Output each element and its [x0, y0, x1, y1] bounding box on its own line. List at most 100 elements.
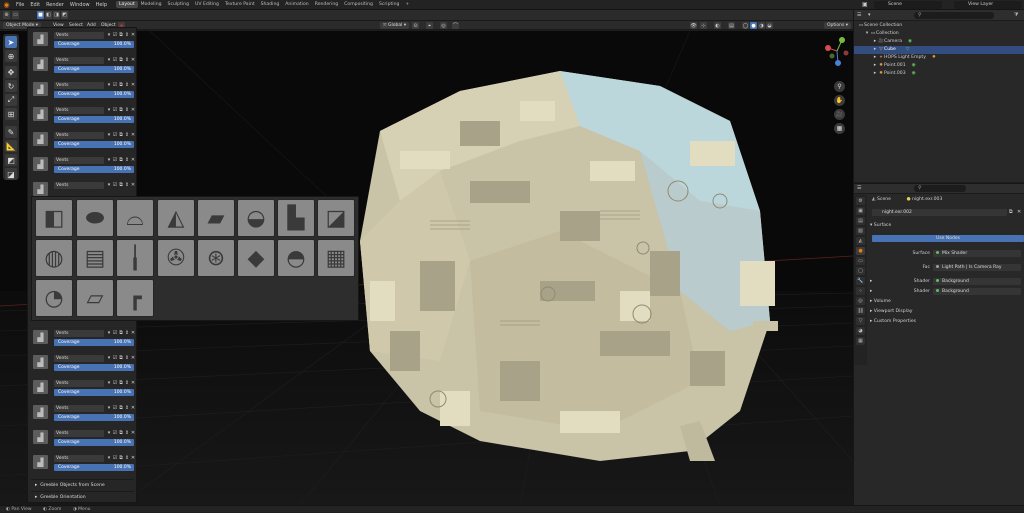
- surface-panel-header[interactable]: ▾ Surface: [870, 222, 891, 229]
- close-icon[interactable]: ✕: [130, 132, 136, 139]
- close-icon[interactable]: ✕: [130, 330, 136, 337]
- overlay-icon[interactable]: ◐: [714, 22, 721, 29]
- greeble-tile[interactable]: ◒: [237, 199, 275, 237]
- falloff-icon[interactable]: ⌒: [452, 22, 459, 29]
- scale-tool-icon[interactable]: ⤢: [5, 94, 17, 106]
- close-icon[interactable]: ✕: [130, 107, 136, 114]
- greeble-tile[interactable]: ◔: [35, 279, 73, 317]
- close-icon[interactable]: ✕: [130, 82, 136, 89]
- tab-rendering[interactable]: Rendering: [312, 1, 341, 8]
- select-mode-invert-icon[interactable]: ◩: [61, 11, 68, 19]
- scene-icon[interactable]: ▣: [862, 1, 872, 9]
- custom-properties-panel-header[interactable]: ▸ Custom Properties: [870, 318, 916, 325]
- cursor-tool-icon[interactable]: ⊕: [5, 50, 17, 62]
- material-tab-icon[interactable]: ◕: [856, 327, 865, 335]
- properties-editor-icon[interactable]: ☰: [857, 185, 865, 192]
- expand-arrow-icon[interactable]: ▸: [870, 278, 872, 285]
- shading-wire-icon[interactable]: ◯: [742, 22, 749, 29]
- greeble-thumbnail[interactable]: ▟: [33, 182, 48, 196]
- coverage-slider[interactable]: Coverage 100.0%: [54, 339, 134, 346]
- greeble-tile[interactable]: ▰: [197, 199, 235, 237]
- scene-collection-row[interactable]: ▭Scene Collection: [854, 22, 1024, 30]
- greeble-tile[interactable]: ⊛: [197, 239, 235, 277]
- greeble-thumbnail[interactable]: ▟: [33, 132, 48, 146]
- close-icon[interactable]: ✕: [130, 57, 136, 64]
- greeble-thumbnail[interactable]: ▟: [33, 405, 48, 419]
- close-icon[interactable]: ✕: [130, 32, 136, 39]
- close-icon[interactable]: ✕: [130, 157, 136, 164]
- coverage-slider[interactable]: Coverage 100.0%: [54, 91, 134, 98]
- proportional-edit-icon[interactable]: ◎: [440, 22, 447, 29]
- view-layer-selector[interactable]: View Layer: [954, 1, 1022, 9]
- shader-field-1[interactable]: Background: [933, 278, 1021, 285]
- tab-compositing[interactable]: Compositing: [341, 1, 376, 8]
- greeble-thumbnail[interactable]: ▟: [33, 355, 48, 369]
- outliner-item-camera[interactable]: ▸ 🎥Camera ◉: [854, 38, 1024, 46]
- greeble-tile[interactable]: ▙: [277, 199, 315, 237]
- xray-icon[interactable]: ▤: [728, 22, 735, 29]
- measure-tool-icon[interactable]: 📐: [5, 140, 17, 152]
- select-mode-new-icon[interactable]: ■: [37, 11, 44, 19]
- menu-window[interactable]: Window: [67, 2, 93, 8]
- scene-selector[interactable]: Scene: [874, 1, 942, 9]
- greeble-tile[interactable]: ◭: [157, 199, 195, 237]
- greeble-name-field[interactable]: Vents: [54, 32, 104, 39]
- particles-tab-icon[interactable]: ⁘: [856, 287, 865, 295]
- greeble-tile[interactable]: ◪: [317, 199, 355, 237]
- pivot-icon[interactable]: ⊙: [412, 22, 419, 29]
- coverage-slider[interactable]: Coverage 100.0%: [54, 166, 134, 173]
- outliner-item-hops-light-empty[interactable]: ▸ ⌖ HOPS Light Empty ✹: [854, 54, 1024, 62]
- breadcrumb-scene[interactable]: Scene: [877, 197, 891, 202]
- close-icon[interactable]: ✕: [130, 405, 136, 412]
- close-icon[interactable]: ✕: [130, 455, 136, 462]
- select-mode-extend-icon[interactable]: ◧: [45, 11, 52, 19]
- shader-field-2[interactable]: Background: [933, 288, 1021, 295]
- tab-scripting[interactable]: Scripting: [376, 1, 402, 8]
- greeble-tile[interactable]: ◍: [35, 239, 73, 277]
- constraints-tab-icon[interactable]: ⛓: [856, 307, 865, 315]
- surface-shader-field[interactable]: Mix Shader: [933, 250, 1021, 257]
- filter-icon[interactable]: ⧩: [1014, 12, 1022, 19]
- perspective-grid-icon[interactable]: ▦: [834, 123, 845, 134]
- greeble-name-field[interactable]: Vents: [54, 82, 104, 89]
- greeble-name-field[interactable]: Vents: [54, 182, 104, 189]
- greeble-name-field[interactable]: Vents: [54, 380, 104, 387]
- greeble-tool-icon[interactable]: ◪: [5, 168, 17, 180]
- greeble-thumbnail[interactable]: ▟: [33, 430, 48, 444]
- outliner-item-cube[interactable]: ▸ ▽Cube ▽: [854, 46, 1024, 54]
- greeble-tile[interactable]: ▦: [317, 239, 355, 277]
- greeble-thumbnail[interactable]: ▟: [33, 32, 48, 46]
- modifier-tab-icon[interactable]: 🔧: [856, 277, 865, 285]
- close-icon[interactable]: ✕: [130, 355, 136, 362]
- greeble-thumbnail[interactable]: ▟: [33, 157, 48, 171]
- greeble-name-field[interactable]: Vents: [54, 157, 104, 164]
- menu-edit[interactable]: Edit: [27, 2, 43, 8]
- transform-tool-icon[interactable]: ⊞: [5, 108, 17, 120]
- properties-search-input[interactable]: ⚲: [914, 185, 966, 192]
- menu-help[interactable]: Help: [93, 2, 110, 8]
- greeble-tile[interactable]: ◆: [237, 239, 275, 277]
- greeble-name-field[interactable]: Vents: [54, 405, 104, 412]
- coverage-slider[interactable]: Coverage 100.0%: [54, 439, 134, 446]
- use-nodes-button[interactable]: Use Nodes: [872, 235, 1024, 242]
- close-icon[interactable]: ✕: [1017, 209, 1024, 216]
- physics-tab-icon[interactable]: ◎: [856, 297, 865, 305]
- collection-tab-icon[interactable]: ▭: [856, 257, 865, 265]
- object-tab-icon[interactable]: ▢: [856, 267, 865, 275]
- tool-tab-icon[interactable]: ⚙: [856, 197, 865, 205]
- greeble-tile[interactable]: ▱: [76, 279, 114, 317]
- tab-modeling[interactable]: Modeling: [138, 1, 165, 8]
- collection-row[interactable]: ▾ ▭Collection: [854, 30, 1024, 38]
- menu-file[interactable]: File: [13, 2, 27, 8]
- scene-tab-icon[interactable]: ◭: [856, 237, 865, 245]
- outliner-search-input[interactable]: ⚲: [914, 12, 994, 19]
- add-cube-tool-icon[interactable]: ◩: [5, 154, 17, 166]
- coverage-slider[interactable]: Coverage 100.0%: [54, 389, 134, 396]
- coverage-slider[interactable]: Coverage 100.0%: [54, 464, 134, 471]
- outliner-editor-icon[interactable]: ☰: [857, 12, 865, 19]
- select-box-icon[interactable]: ▭: [12, 11, 19, 19]
- close-icon[interactable]: ✕: [130, 430, 136, 437]
- greeble-tile[interactable]: ┏: [116, 279, 154, 317]
- greeble-tile[interactable]: ▤: [76, 239, 114, 277]
- greeble-tile[interactable]: ✇: [157, 239, 195, 277]
